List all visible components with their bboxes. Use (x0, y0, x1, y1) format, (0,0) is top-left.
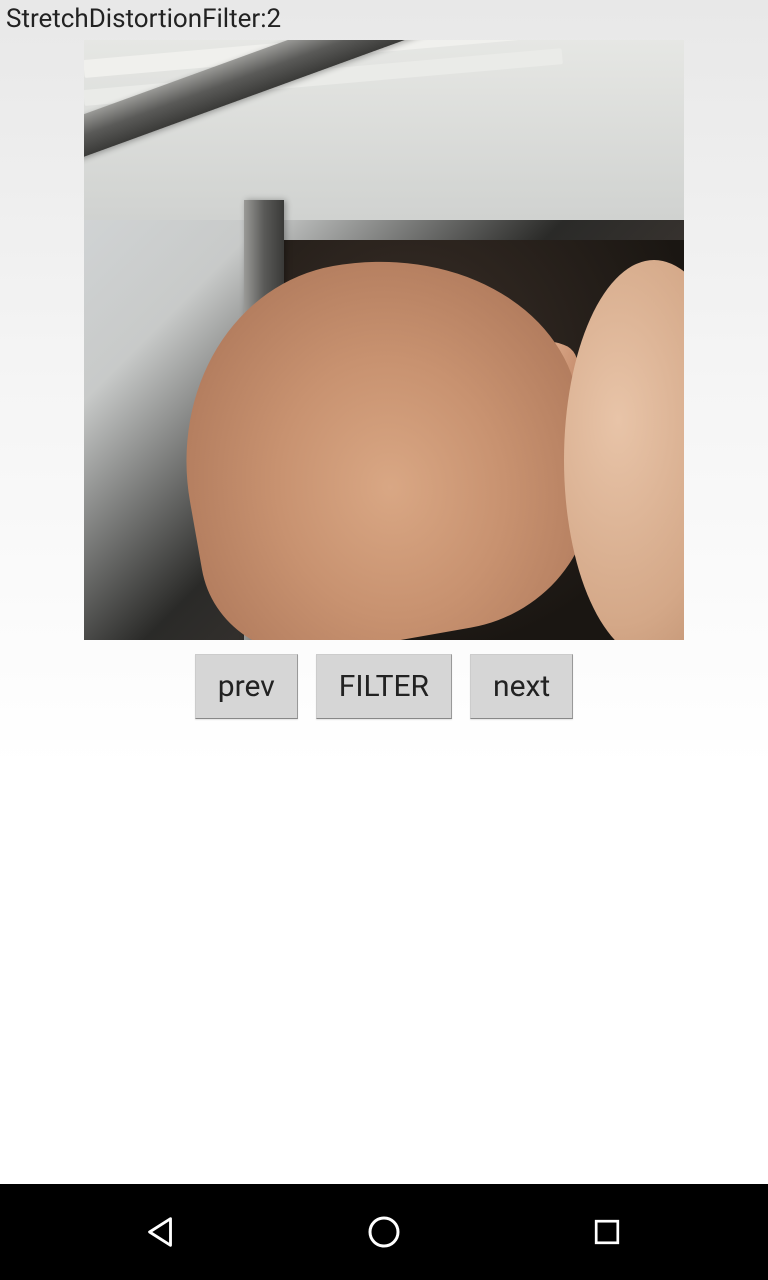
next-button[interactable]: next (470, 654, 573, 719)
android-nav-bar (0, 1184, 768, 1280)
home-icon[interactable] (362, 1210, 406, 1254)
button-row: prev FILTER next (195, 654, 573, 719)
prev-button[interactable]: prev (195, 654, 298, 719)
filter-button[interactable]: FILTER (316, 654, 452, 719)
main-content: prev FILTER next (0, 38, 768, 1280)
recent-apps-icon[interactable] (585, 1210, 629, 1254)
title-bar: StretchDistortionFilter:2 (0, 0, 768, 38)
back-icon[interactable] (139, 1210, 183, 1254)
camera-preview[interactable] (84, 40, 684, 640)
app-title: StretchDistortionFilter:2 (6, 4, 281, 34)
